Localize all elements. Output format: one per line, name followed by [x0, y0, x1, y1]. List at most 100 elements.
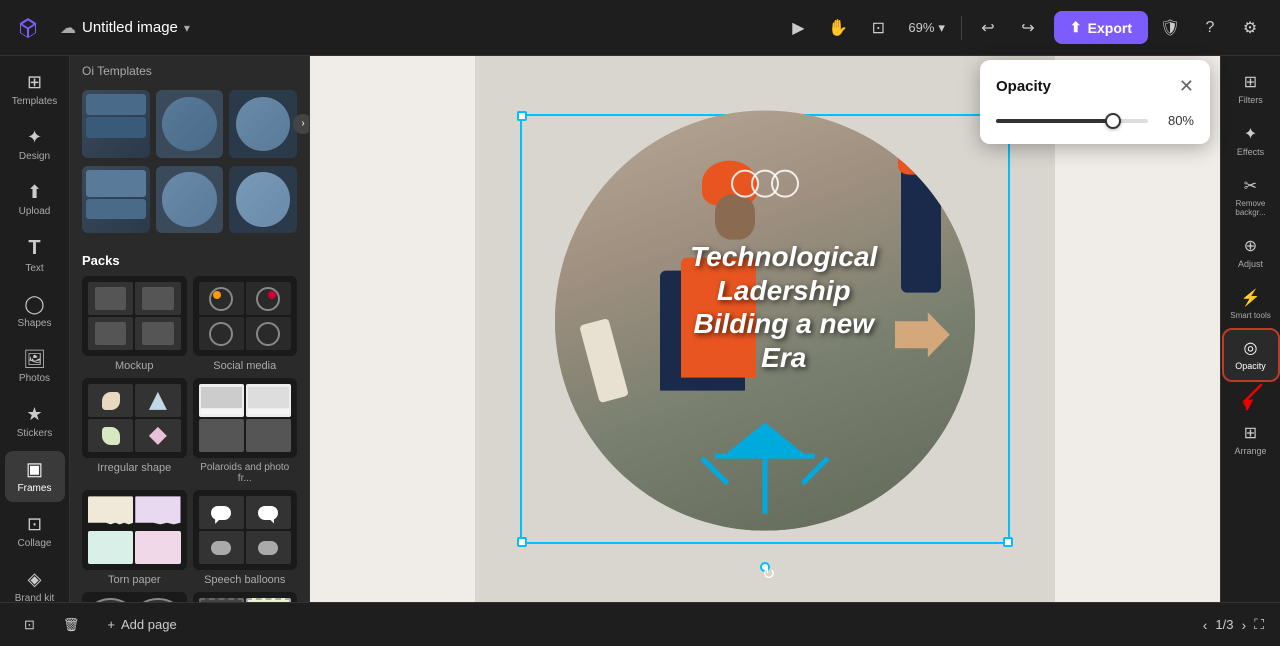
pack-torn-thumb[interactable] — [82, 490, 187, 570]
design-circle[interactable]: Technological Ladership Bilding a new Er… — [555, 111, 975, 531]
oi-template-5[interactable] — [156, 166, 224, 234]
duplicate-button[interactable]: ⊡ — [16, 613, 43, 637]
effects-label: Effects — [1237, 147, 1264, 158]
hand-tool[interactable]: ✋ — [820, 10, 856, 46]
oi-template-6[interactable] — [229, 166, 297, 234]
sidebar-label-upload: Upload — [19, 206, 51, 217]
right-item-filters[interactable]: ⊞ Filters — [1224, 64, 1278, 114]
handle-bottom-left[interactable] — [517, 537, 527, 547]
arrange-icon: ⊞ — [1244, 423, 1257, 443]
photos-icon: 🖼 — [23, 349, 46, 370]
oi-templates-grid: › — [70, 82, 309, 166]
settings-button[interactable]: ⚙ — [1232, 10, 1268, 46]
opacity-close-button[interactable]: ✕ — [1179, 76, 1194, 97]
pack-polaroids-label: Polaroids and photo fr... — [193, 462, 298, 484]
pack-speech-thumb[interactable] — [193, 490, 298, 570]
text-icon: T — [28, 237, 40, 260]
sidebar-item-stickers[interactable]: ★ Stickers — [5, 396, 65, 447]
shapes-icon: ◯ — [24, 294, 44, 315]
pack-social-label: Social media — [193, 360, 298, 372]
oi-template-2[interactable] — [156, 90, 224, 158]
right-item-arrange[interactable]: ⊞ Arrange — [1224, 415, 1278, 465]
handle-bottom-right[interactable] — [1003, 537, 1013, 547]
save-icon: ☁ — [60, 18, 76, 38]
templates-icon: ⊞ — [27, 72, 42, 93]
effects-icon: ✦ — [1244, 124, 1257, 144]
right-item-adjust[interactable]: ⊕ Adjust — [1224, 228, 1278, 278]
sidebar-item-brand[interactable]: ◈ Brand kit — [5, 561, 65, 602]
pack-stamps-thumb[interactable] — [193, 592, 298, 602]
sidebar-item-text[interactable]: T Text — [5, 229, 65, 282]
canvas-background: ↻ — [475, 56, 1055, 602]
sidebar-item-collage[interactable]: ⊡ Collage — [5, 506, 65, 557]
pack-torn: Torn paper — [82, 490, 187, 586]
sidebar-item-templates[interactable]: ⊞ Templates — [5, 64, 65, 115]
sidebar-label-stickers: Stickers — [17, 428, 53, 439]
bottom-bar: ⊡ 🗑 + Add page ‹ 1/3 › ⛶ — [0, 602, 1280, 646]
sidebar-item-photos[interactable]: 🖼 Photos — [5, 341, 65, 392]
pack-lined: Lined frames — [82, 592, 187, 602]
export-icon: ⬆ — [1070, 19, 1082, 36]
pack-stamps: Stamps and labels — [193, 592, 298, 602]
help-button[interactable]: ? — [1192, 10, 1228, 46]
handle-rotate[interactable]: ↻ — [760, 562, 770, 572]
redo-button[interactable]: ↪ — [1010, 10, 1046, 46]
logo-button[interactable] — [12, 12, 44, 44]
smart-tools-label: Smart tools — [1230, 311, 1270, 321]
shield-icon-btn[interactable]: 🛡 — [1152, 10, 1188, 46]
packs-grid: Mockup — [70, 276, 309, 602]
pointer-tool[interactable]: ▶ — [780, 10, 816, 46]
pack-lined-thumb[interactable] — [82, 592, 187, 602]
oi-template-4[interactable] — [82, 166, 150, 234]
page-navigation: ‹ 1/3 › ⛶ — [1203, 616, 1264, 633]
delete-button[interactable]: 🗑 — [55, 613, 88, 637]
pack-speech: Speech balloons — [193, 490, 298, 586]
sidebar-item-shapes[interactable]: ◯ Shapes — [5, 286, 65, 337]
layout-tool[interactable]: ⊡ — [860, 10, 896, 46]
page-next-button[interactable]: › — [1242, 617, 1247, 633]
fullscreen-button[interactable]: ⛶ — [1254, 616, 1264, 633]
right-item-effects[interactable]: ✦ Effects — [1224, 116, 1278, 166]
page-prev-button[interactable]: ‹ — [1203, 617, 1208, 633]
sidebar-item-upload[interactable]: ⬆ Upload — [5, 174, 65, 225]
title-caret-icon: ▾ — [184, 21, 190, 35]
pack-irregular-thumb[interactable] — [82, 378, 187, 458]
pack-social-thumb[interactable] — [193, 276, 298, 356]
right-item-opacity[interactable]: ◎ Opacity — [1224, 330, 1278, 380]
sidebar-label-design: Design — [19, 151, 50, 162]
right-item-remove-bg[interactable]: ✂ Remove backgr... — [1224, 168, 1278, 226]
oi-templates-next[interactable]: › — [293, 114, 310, 134]
handle-top-left[interactable] — [517, 111, 527, 121]
stickers-icon: ★ — [26, 404, 42, 425]
sidebar-item-design[interactable]: ✦ Design — [5, 119, 65, 170]
document-title: Untitled image — [82, 19, 178, 36]
zoom-control[interactable]: 69% ▾ — [900, 16, 953, 40]
pack-mockup: Mockup — [82, 276, 187, 372]
opacity-sidebar-label: Opacity — [1235, 361, 1266, 372]
add-page-button[interactable]: + Add page — [99, 613, 184, 636]
text-line1: Technological — [690, 240, 877, 274]
left-sidebar: ⊞ Templates ✦ Design ⬆ Upload T Text ◯ S… — [0, 56, 70, 602]
pack-mockup-thumb[interactable] — [82, 276, 187, 356]
oi-templates-row2 — [70, 166, 309, 242]
opacity-slider[interactable] — [996, 119, 1148, 123]
opacity-value: 80% — [1158, 113, 1194, 128]
oi-template-1[interactable] — [82, 90, 150, 158]
sidebar-item-frames[interactable]: ▣ Frames — [5, 451, 65, 502]
adjust-label: Adjust — [1238, 259, 1263, 270]
export-button[interactable]: ⬆ Export — [1054, 11, 1148, 44]
right-sidebar: ⊞ Filters ✦ Effects ✂ Remove backgr... ⊕… — [1220, 56, 1280, 602]
pack-polaroids-thumb[interactable] — [193, 378, 298, 458]
worker-scene: Technological Ladership Bilding a new Er… — [555, 111, 975, 531]
text-line4: Era — [690, 341, 877, 375]
pack-social: Social media — [193, 276, 298, 372]
right-item-smart-tools[interactable]: ⚡ Smart tools — [1224, 280, 1278, 329]
remove-bg-icon: ✂ — [1244, 176, 1257, 196]
undo-button[interactable]: ↩ — [970, 10, 1006, 46]
title-area[interactable]: ☁ Untitled image ▾ — [52, 14, 198, 42]
add-page-label: Add page — [121, 617, 177, 632]
page-indicator: 1/3 — [1215, 617, 1233, 632]
adjust-icon: ⊕ — [1244, 236, 1257, 256]
oi-template-3[interactable] — [229, 90, 297, 158]
pack-irregular: Irregular shape — [82, 378, 187, 484]
